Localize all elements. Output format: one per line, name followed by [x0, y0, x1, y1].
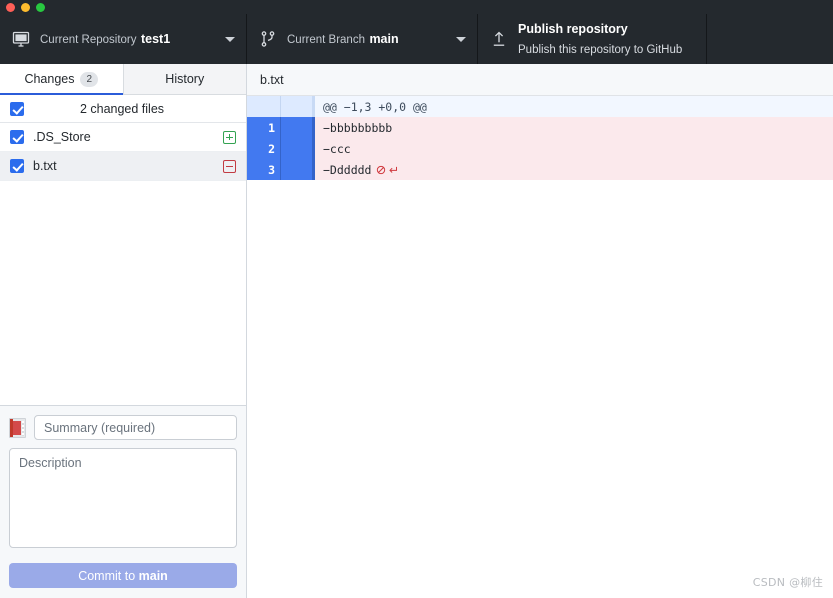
toolbar-empty-area: [707, 14, 833, 64]
diff-new-line-number: [281, 159, 315, 180]
carriage-return-icon: [388, 165, 398, 175]
diff-old-line-number: 1: [247, 117, 281, 138]
diff-file-name: b.txt: [260, 72, 284, 87]
diff-line-row[interactable]: 3 −Dddddd: [247, 159, 833, 180]
upload-icon: [489, 29, 509, 49]
tab-changes[interactable]: Changes 2: [0, 64, 124, 95]
diff-panel: b.txt @@ −1,3 +0,0 @@ 1 −bbbbbbbbb 2 −cc…: [247, 64, 833, 598]
commit-to-branch-button[interactable]: Commit to main: [9, 563, 237, 588]
diff-new-line-number: [281, 117, 315, 138]
commit-summary-row: [9, 415, 237, 440]
file-include-checkbox[interactable]: [10, 130, 24, 144]
diff-eol-markers: [376, 165, 398, 175]
file-status-deleted-icon: [223, 159, 236, 173]
file-status-added-icon: [223, 130, 236, 144]
diff-hunk-header-row: @@ −1,3 +0,0 @@: [247, 96, 833, 117]
tab-history[interactable]: History: [123, 64, 246, 94]
commit-button-branch: main: [138, 568, 168, 583]
diff-old-line-number: 3: [247, 159, 281, 180]
zoom-window-button[interactable]: [36, 2, 45, 12]
changes-sidebar: Changes 2 History 2 changed files .DS_St…: [0, 64, 247, 598]
select-all-files-checkbox[interactable]: [10, 101, 24, 116]
current-branch-button[interactable]: Current Branch main: [247, 14, 478, 64]
app-body: Changes 2 History 2 changed files .DS_St…: [0, 64, 833, 598]
window-title-bar: [0, 0, 833, 14]
list-item[interactable]: b.txt: [0, 152, 246, 181]
current-repository-value: test1: [140, 32, 171, 46]
diff-line-text: −bbbbbbbbb: [315, 117, 833, 138]
chevron-down-icon[interactable]: [225, 36, 235, 42]
diff-file-header: b.txt: [247, 64, 833, 96]
publish-repository-title: Publish repository: [518, 22, 628, 36]
commit-description-input[interactable]: [9, 448, 237, 548]
file-name: .DS_Store: [33, 130, 91, 144]
tab-history-label: History: [165, 72, 205, 86]
git-branch-icon: [258, 29, 278, 49]
avatar: [9, 417, 26, 438]
diff-line-row[interactable]: 1 −bbbbbbbbb: [247, 117, 833, 138]
app-toolbar: Current Repository test1 Current Branch …: [0, 14, 833, 64]
file-name: b.txt: [33, 159, 57, 173]
publish-repository-button[interactable]: Publish repository Publish this reposito…: [478, 14, 707, 64]
diff-old-line-number: 2: [247, 138, 281, 159]
diff-line-row[interactable]: 2 −ccc: [247, 138, 833, 159]
file-include-checkbox[interactable]: [10, 159, 24, 173]
list-item[interactable]: .DS_Store: [0, 123, 246, 152]
publish-repository-subtitle: Publish this repository to GitHub: [518, 44, 683, 56]
chevron-down-icon[interactable]: [456, 36, 466, 42]
diff-line-text: −ccc: [315, 138, 833, 159]
current-repository-button[interactable]: Current Repository test1: [0, 14, 247, 64]
desktop-monitor-icon: [11, 29, 31, 49]
sidebar-tab-bar: Changes 2 History: [0, 64, 246, 95]
diff-old-line-number: [247, 96, 281, 117]
commit-form: Commit to main: [0, 405, 246, 598]
csdn-watermark: CSDN @柳住: [752, 576, 823, 589]
current-branch-label: Current Branch: [287, 34, 365, 46]
tab-changes-badge: 2: [80, 71, 99, 87]
current-repository-label: Current Repository: [40, 34, 137, 46]
diff-line-content: −Dddddd: [315, 159, 833, 180]
diff-hunk-text: @@ −1,3 +0,0 @@: [315, 96, 833, 117]
tab-changes-label: Changes: [24, 72, 75, 86]
changed-files-list: .DS_Store b.txt: [0, 123, 246, 405]
diff-line-text: −Dddddd: [323, 162, 372, 177]
changed-files-count-label: 2 changed files: [79, 101, 165, 116]
commit-button-prefix: Commit to: [78, 568, 139, 583]
close-window-button[interactable]: [6, 2, 15, 12]
commit-summary-input[interactable]: [34, 415, 237, 440]
diff-body: @@ −1,3 +0,0 @@ 1 −bbbbbbbbb 2 −ccc 3 −D…: [247, 96, 833, 598]
diff-new-line-number: [281, 96, 315, 117]
diff-new-line-number: [281, 138, 315, 159]
current-branch-value: main: [369, 32, 399, 46]
changed-files-header: 2 changed files: [0, 95, 246, 123]
minimize-window-button[interactable]: [21, 2, 30, 12]
no-newline-icon: [376, 165, 386, 175]
